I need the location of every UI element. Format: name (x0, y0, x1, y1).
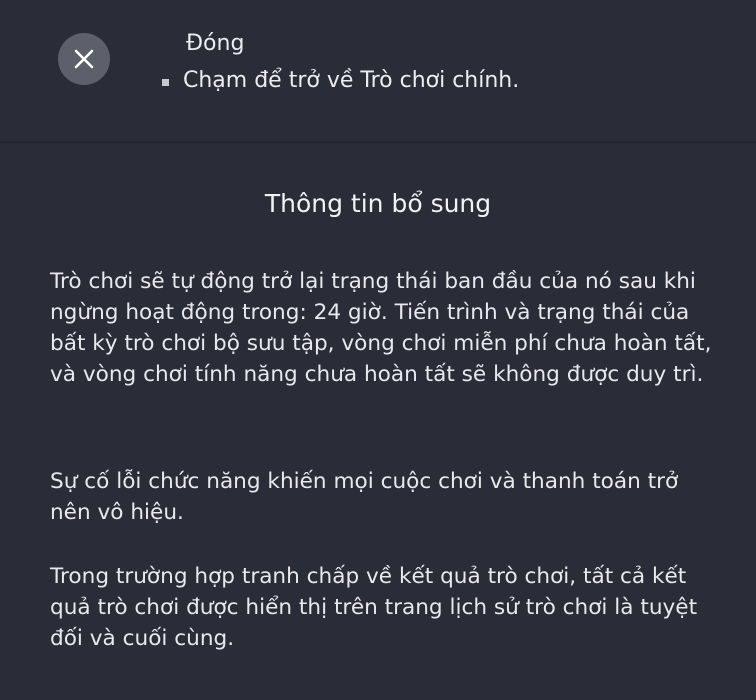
info-paragraph: Trong trường hợp tranh chấp về kết quả t… (50, 564, 698, 651)
info-paragraph: Trò chơi sẽ tự động trở lại trạng thái b… (50, 269, 712, 387)
close-description-text: Chạm để trở về Trò chơi chính. (183, 68, 520, 93)
close-help-row: Đóng Chạm để trở về Trò chơi chính. (0, 0, 756, 142)
close-description: Chạm để trở về Trò chơi chính. (162, 67, 519, 95)
bullet-marker (162, 78, 169, 86)
info-paragraph: Sự cố lỗi chức năng khiến mọi cuộc chơi … (50, 469, 679, 525)
section-divider (0, 141, 756, 143)
close-button[interactable] (58, 33, 110, 85)
close-icon (73, 48, 95, 70)
section-title: Thông tin bổ sung (264, 189, 492, 218)
close-label: Đóng (186, 31, 245, 56)
